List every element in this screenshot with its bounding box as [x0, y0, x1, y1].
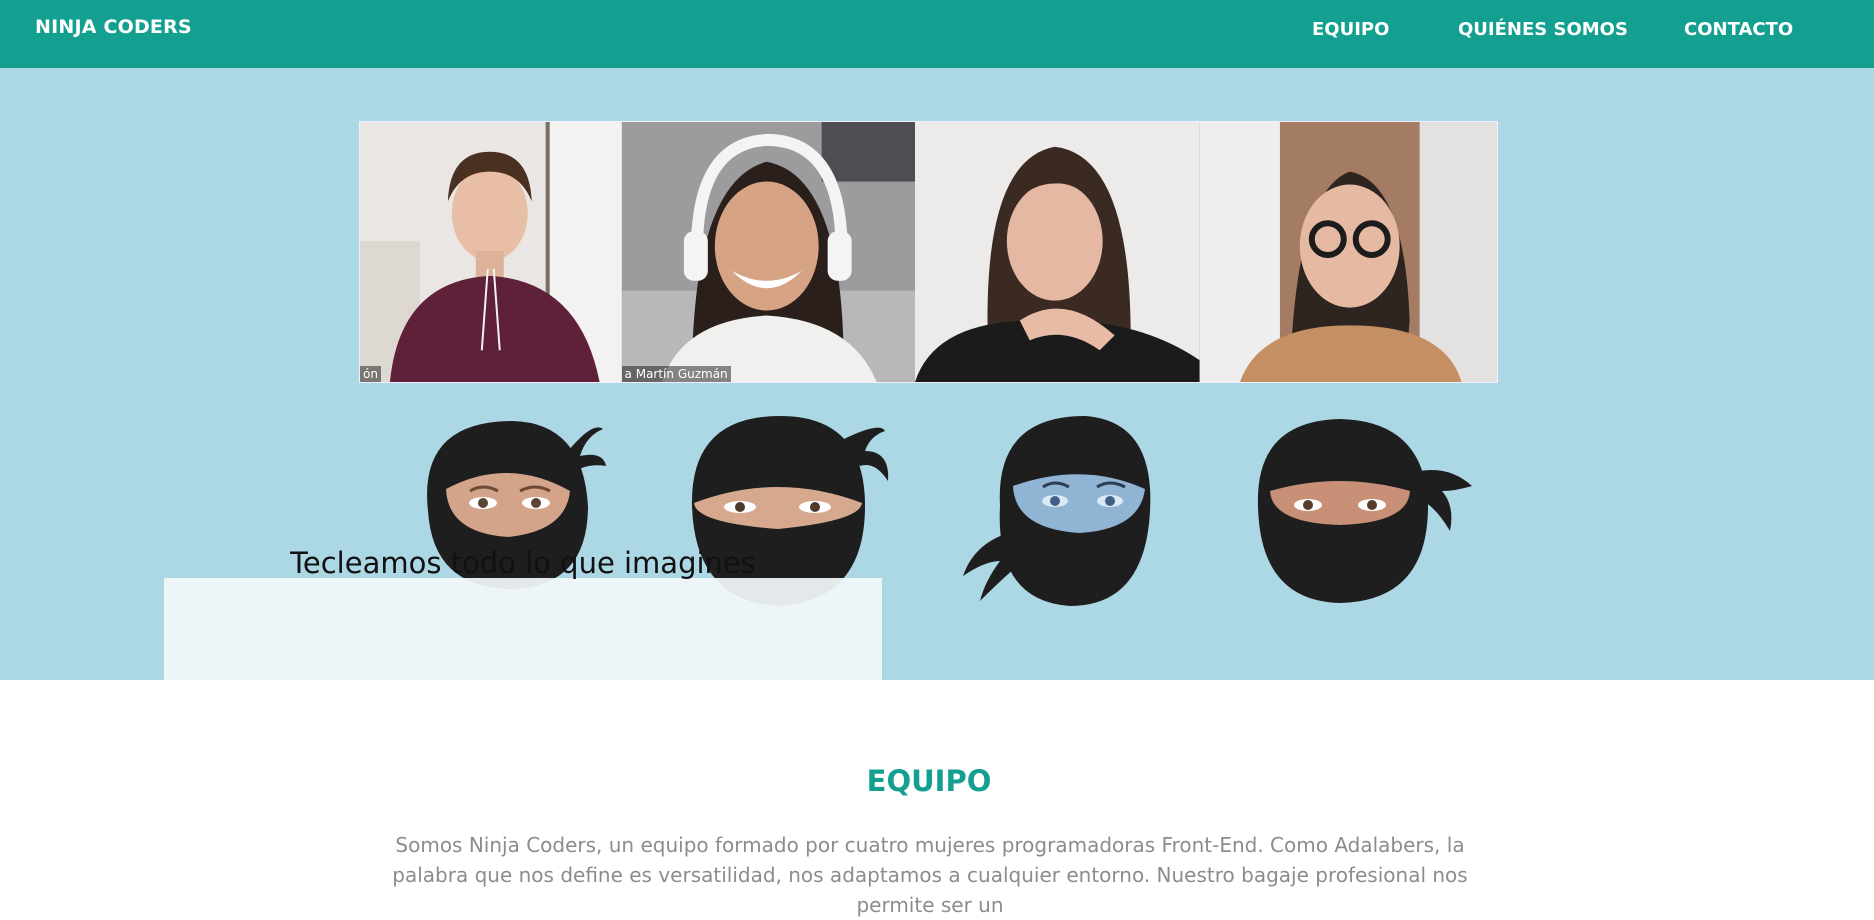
team-video-call-photo: ón a Martín Guzmán [359, 121, 1498, 383]
team-photo-tile-4 [1199, 122, 1497, 382]
team-photo-tile-1: ón [360, 122, 622, 382]
nav-link-equipo[interactable]: EQUIPO [1312, 19, 1389, 40]
photo-caption-2: a Martín Guzmán [621, 366, 731, 382]
nav-link-contacto[interactable]: CONTACTO [1684, 19, 1793, 40]
top-navbar: NINJA CODERS EQUIPO QUIÉNES SOMOS CONTAC… [0, 0, 1874, 68]
brand-logo[interactable]: NINJA CODERS [35, 16, 192, 38]
hero-tagline: Tecleamos todo lo que imagines [290, 546, 756, 580]
tagline-box [164, 578, 882, 680]
photo-caption-1: ón [360, 366, 381, 382]
equipo-description: Somos Ninja Coders, un equipo formado po… [392, 833, 1468, 917]
equipo-section-title: EQUIPO [866, 764, 992, 798]
ninja-avatar-4 [1250, 411, 1475, 611]
team-photo-tile-3 [915, 122, 1200, 382]
ninja-avatar-3 [955, 411, 1165, 611]
nav-link-quienes-somos[interactable]: QUIÉNES SOMOS [1458, 19, 1628, 40]
hero-section: ón a Martín Guzmán [0, 68, 1874, 680]
team-photo-tile-2: a Martín Guzmán [621, 122, 916, 382]
